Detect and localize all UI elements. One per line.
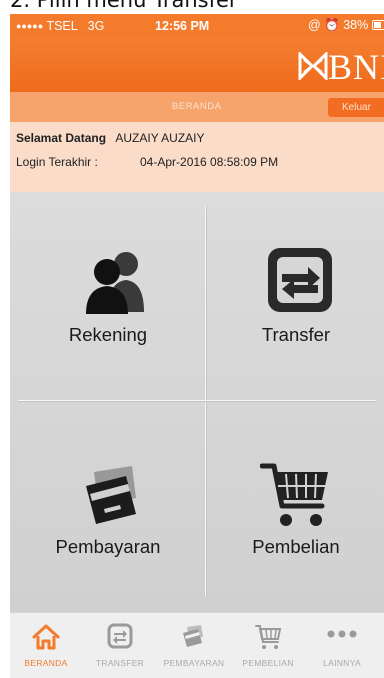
signal-dots: ●●●●● xyxy=(16,21,44,31)
status-bar: ●●●●● TSEL 3G 12:56 PM @ ⏰ 38% xyxy=(10,14,384,38)
network-type: 3G xyxy=(87,19,105,33)
card-icon xyxy=(86,466,136,524)
tab-pembelian-label: PEMBELIAN xyxy=(242,658,294,668)
tab-lainnya-label: LAINNYA xyxy=(323,658,361,668)
bottom-tab-bar: BERANDA TRANSFER PEMBAYARAN PEMBELIAN LA… xyxy=(10,612,384,678)
last-login-value: 04-Apr-2016 08:58:09 PM xyxy=(140,155,279,169)
transfer-icon xyxy=(268,248,332,312)
status-time: 12:56 PM xyxy=(155,19,210,33)
tab-transfer[interactable]: TRANSFER xyxy=(82,613,158,678)
card-icon xyxy=(183,625,203,647)
tab-beranda[interactable]: BERANDA xyxy=(10,613,84,678)
more-icon xyxy=(327,630,357,638)
tab-pembelian[interactable]: PEMBELIAN xyxy=(230,613,306,678)
battery-percent: 38% xyxy=(343,18,369,32)
tab-beranda-label: BERANDA xyxy=(24,658,68,668)
user-name: AUZAIY AUZAIY xyxy=(115,131,205,145)
welcome-panel: Selamat Datang AUZAIY AUZAIY Login Terak… xyxy=(10,122,384,192)
menu-tile-pembayaran[interactable]: Pembayaran xyxy=(18,414,198,614)
welcome-row: Selamat Datang AUZAIY AUZAIY xyxy=(16,131,205,145)
tab-lainnya[interactable]: LAINNYA xyxy=(304,613,380,678)
menu-tile-rekening[interactable]: Rekening xyxy=(18,206,198,406)
menu-tile-transfer[interactable]: Transfer xyxy=(206,206,384,406)
carrier-info: ●●●●● TSEL 3G xyxy=(16,19,104,33)
main-menu-grid: Rekening Transfer Pembayaran Pembelian xyxy=(10,192,384,612)
menu-tile-pembelian[interactable]: Pembelian xyxy=(206,414,384,614)
battery-icon xyxy=(371,20,384,30)
logout-button[interactable]: Keluar xyxy=(328,98,384,117)
greeting-label: Selamat Datang xyxy=(16,131,107,145)
nav-beranda[interactable]: BERANDA xyxy=(172,101,221,112)
transfer-label: Transfer xyxy=(261,324,331,345)
bni-logo-icon xyxy=(298,52,328,80)
users-icon xyxy=(86,252,144,314)
bni-logo-text: BNI xyxy=(328,47,384,87)
cart-icon xyxy=(255,625,282,649)
cart-icon xyxy=(260,463,328,526)
caption-text: 2. Pilih menu Transfer xyxy=(10,0,238,12)
last-login-label: Login Terakhir : xyxy=(16,155,98,169)
status-right: @ ⏰ 38% xyxy=(308,18,384,33)
app-header: BNI xyxy=(10,38,384,92)
carrier-name: TSEL xyxy=(46,19,78,33)
tab-transfer-label: TRANSFER xyxy=(95,658,145,668)
tab-pembayaran-label: PEMBAYARAN xyxy=(163,658,225,668)
transfer-icon xyxy=(107,623,133,649)
pembelian-label: Pembelian xyxy=(252,536,340,557)
tab-pembayaran[interactable]: PEMBAYARAN xyxy=(156,613,232,678)
rekening-label: Rekening xyxy=(68,324,148,345)
home-icon xyxy=(32,624,60,650)
phone-screen: ●●●●● TSEL 3G 12:56 PM @ ⏰ 38% BNI BERAN… xyxy=(10,14,384,678)
pembayaran-label: Pembayaran xyxy=(55,536,161,557)
nav-bar: BERANDA Keluar xyxy=(10,92,384,122)
status-icons: @ ⏰ xyxy=(308,18,340,32)
last-login-row: Login Terakhir : 04-Apr-2016 08:58:09 PM xyxy=(16,155,278,169)
instruction-caption: 2. Pilih menu Transfer xyxy=(0,0,384,14)
